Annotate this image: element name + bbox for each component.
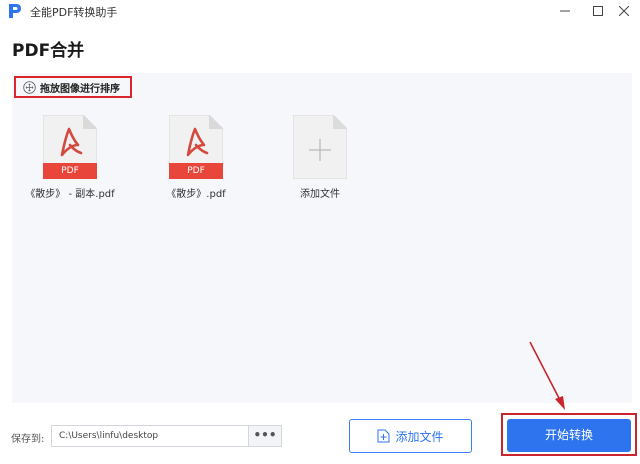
pdf-file-item[interactable]: PDF 《散步》.pdf [141, 115, 251, 200]
move-arrows-icon [23, 80, 36, 94]
add-file-tile-label: 添加文件 [300, 189, 340, 200]
sort-hint-label: 拖放图像进行排序 [40, 83, 120, 95]
file-name: 《散步》.pdf [166, 189, 226, 200]
maximize-icon [593, 6, 603, 16]
title-bar: 全能PDF转换助手 [0, 0, 640, 22]
minimize-icon [560, 10, 570, 12]
add-file-tile-icon [293, 115, 347, 179]
window-title: 全能PDF转换助手 [30, 6, 118, 19]
pdf-file-icon: PDF [43, 115, 97, 179]
close-icon [619, 6, 629, 16]
save-to-label: 保存到: [11, 434, 45, 445]
page-title: PDF合并 [12, 41, 85, 61]
app-logo-icon [9, 4, 21, 18]
file-name: 《散步》 - 副本.pdf [25, 189, 115, 200]
add-file-icon [377, 429, 390, 443]
pdf-badge: PDF [43, 163, 97, 179]
maximize-button[interactable] [588, 2, 608, 20]
pdf-file-item[interactable]: PDF 《散步》 - 副本.pdf [15, 115, 125, 200]
pdf-badge: PDF [169, 163, 223, 179]
browse-folder-button[interactable]: ••• [248, 425, 282, 447]
sort-hint: 拖放图像进行排序 [14, 76, 132, 98]
add-file-tile[interactable]: 添加文件 [265, 115, 375, 200]
start-convert-button[interactable]: 开始转换 [507, 419, 631, 452]
minimize-button[interactable] [555, 2, 575, 20]
add-file-button[interactable]: 添加文件 [349, 419, 472, 453]
add-file-button-label: 添加文件 [395, 429, 444, 444]
pdf-file-icon: PDF [169, 115, 223, 179]
close-button[interactable] [614, 2, 634, 20]
save-path-input[interactable] [51, 425, 248, 447]
